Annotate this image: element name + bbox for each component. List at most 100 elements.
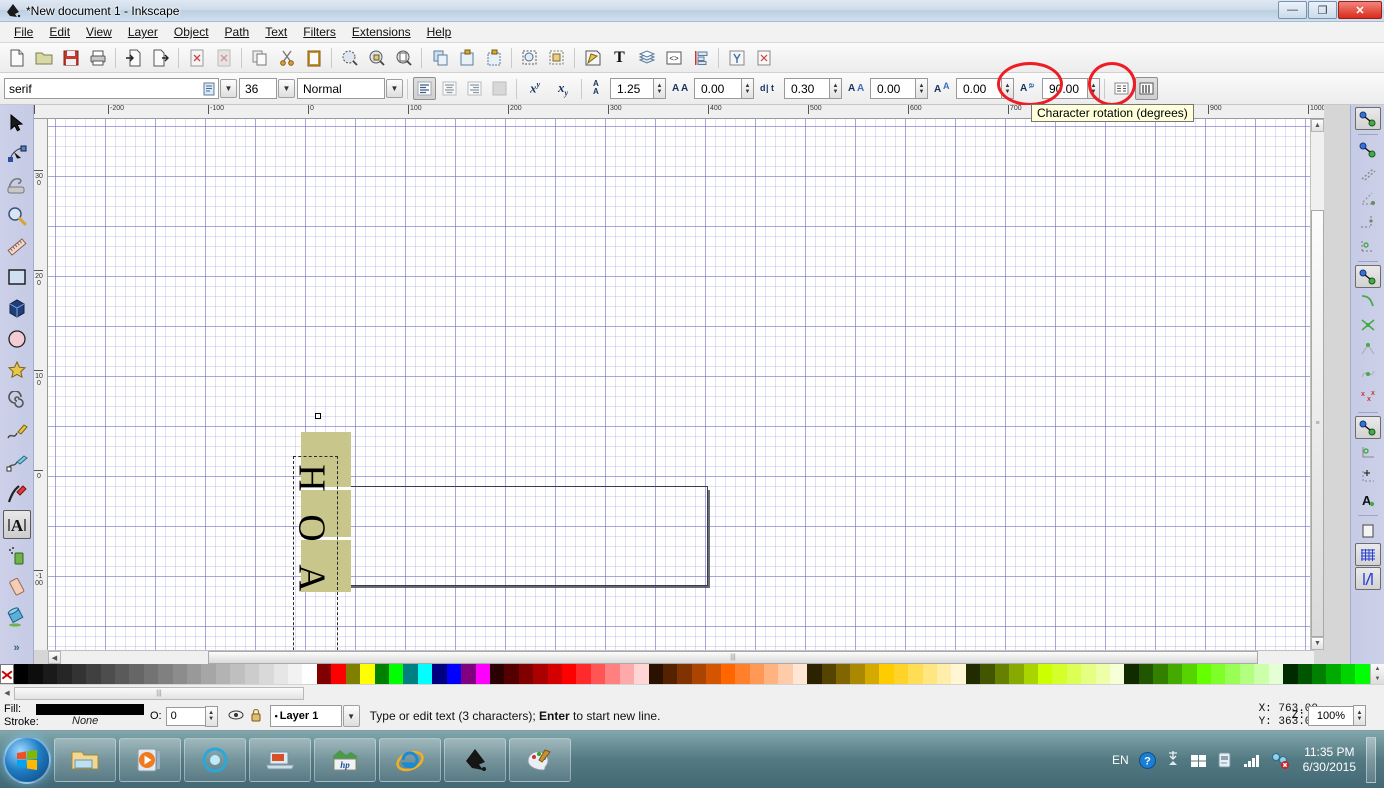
spiral-tool[interactable] bbox=[3, 386, 31, 416]
star-tool[interactable] bbox=[3, 355, 31, 385]
eraser-tool[interactable] bbox=[3, 571, 31, 601]
palette-swatch[interactable] bbox=[316, 664, 332, 684]
palette-scroll-thumb[interactable]: ||| bbox=[14, 686, 304, 700]
vertical-ruler[interactable]: 300 200 100 0 -100 bbox=[34, 119, 48, 650]
zoom-selection-icon[interactable] bbox=[337, 45, 362, 70]
snap-bbox-midpoint-icon[interactable] bbox=[1355, 210, 1381, 233]
new-document-icon[interactable] bbox=[4, 45, 29, 70]
palette-swatch[interactable] bbox=[388, 664, 404, 684]
rectangle-tool[interactable] bbox=[3, 262, 31, 292]
preferences-icon[interactable] bbox=[724, 45, 749, 70]
palette-swatch[interactable] bbox=[1239, 664, 1255, 684]
palette-swatch[interactable] bbox=[951, 664, 966, 684]
palette-swatch[interactable] bbox=[129, 664, 144, 684]
zoom-input[interactable]: 100% bbox=[1308, 705, 1354, 726]
menu-file[interactable]: File bbox=[6, 23, 41, 41]
palette-swatch[interactable] bbox=[1023, 664, 1038, 684]
layer-dropdown-arrow[interactable]: ▼ bbox=[342, 705, 360, 727]
font-style-dropdown-arrow[interactable]: ▼ bbox=[386, 79, 403, 98]
fill-color-swatch[interactable] bbox=[36, 704, 144, 715]
palette-swatch[interactable] bbox=[28, 664, 43, 684]
horizontal-scrollbar[interactable]: ◀ ||| bbox=[48, 650, 1314, 664]
toolbox-overflow-button[interactable]: » bbox=[3, 633, 31, 663]
taskbar-windows-media-player[interactable] bbox=[119, 737, 181, 782]
font-size-dropdown-arrow[interactable]: ▼ bbox=[278, 79, 295, 98]
palette-swatch[interactable] bbox=[908, 664, 923, 684]
none-color-icon[interactable] bbox=[0, 664, 14, 684]
taskbar-internet-explorer[interactable] bbox=[379, 737, 441, 782]
palette-swatch[interactable] bbox=[590, 664, 606, 684]
palette-swatch[interactable] bbox=[432, 664, 447, 684]
palette-swatch[interactable] bbox=[259, 664, 274, 684]
palette-swatch[interactable] bbox=[417, 664, 433, 684]
palette-swatch[interactable] bbox=[792, 664, 808, 684]
taskbar-media-center[interactable] bbox=[184, 737, 246, 782]
align-left-icon[interactable] bbox=[413, 77, 436, 100]
snap-others-icon[interactable] bbox=[1354, 416, 1381, 439]
palette-swatch[interactable] bbox=[1066, 664, 1082, 684]
copy-icon[interactable] bbox=[247, 45, 272, 70]
zoom-control[interactable]: Z: 100% ▲ ▼ bbox=[1292, 705, 1366, 726]
palette-swatch[interactable] bbox=[778, 664, 793, 684]
removable-media-icon[interactable] bbox=[1217, 752, 1233, 769]
palette-swatch[interactable] bbox=[461, 664, 476, 684]
scroll-up-arrow[interactable]: ▲ bbox=[1311, 119, 1324, 132]
palette-swatch[interactable] bbox=[446, 664, 462, 684]
snap-smooth-icon[interactable] bbox=[1355, 361, 1381, 384]
paste-icon[interactable] bbox=[301, 45, 326, 70]
stroke-value[interactable]: None bbox=[36, 715, 144, 728]
menu-layer[interactable]: Layer bbox=[120, 23, 166, 41]
word-spacing-spinner[interactable]: ▲ ▼ bbox=[829, 78, 842, 99]
palette-swatch[interactable] bbox=[562, 664, 577, 684]
windows-start-orb-icon[interactable] bbox=[3, 735, 51, 784]
selector-tool[interactable] bbox=[3, 108, 31, 138]
opacity-spinner[interactable]: ▲ ▼ bbox=[204, 705, 218, 727]
snap-cusp-icon[interactable] bbox=[1355, 337, 1381, 360]
help-icon[interactable]: ? bbox=[1138, 751, 1156, 769]
palette-swatches[interactable] bbox=[14, 664, 1370, 684]
palette-swatch[interactable] bbox=[691, 664, 707, 684]
palette-swatch[interactable] bbox=[980, 664, 995, 684]
zoom-drawing-icon[interactable] bbox=[364, 45, 389, 70]
palette-swatch[interactable] bbox=[360, 664, 375, 684]
palette-swatch[interactable] bbox=[533, 664, 548, 684]
palette-swatch[interactable] bbox=[273, 664, 289, 684]
palette-swatch[interactable] bbox=[864, 664, 880, 684]
letter-spacing-spinner[interactable]: ▲ ▼ bbox=[741, 78, 754, 99]
line-spacing-spinner[interactable]: ▲ ▼ bbox=[653, 78, 666, 99]
palette-swatch[interactable] bbox=[1355, 664, 1370, 684]
menu-text[interactable]: Text bbox=[257, 23, 295, 41]
palette-swatch[interactable] bbox=[648, 664, 663, 684]
close-button[interactable]: ✕ bbox=[1338, 1, 1382, 19]
minimize-button[interactable]: — bbox=[1278, 1, 1307, 19]
palette-swatch[interactable] bbox=[331, 664, 346, 684]
export-icon[interactable] bbox=[148, 45, 173, 70]
font-family-input[interactable]: serif bbox=[4, 78, 219, 99]
zoom-spinner[interactable]: ▲ ▼ bbox=[1353, 705, 1366, 726]
palette-swatch[interactable] bbox=[605, 664, 620, 684]
ellipse-tool[interactable] bbox=[3, 324, 31, 354]
edit-objects-icon[interactable] bbox=[544, 45, 569, 70]
taskbar-inkscape[interactable] bbox=[444, 737, 506, 782]
palette-scroll-left[interactable]: ◀ bbox=[0, 686, 14, 700]
palette-swatch[interactable] bbox=[403, 664, 418, 684]
palette-hscrollbar[interactable]: ◀ ||| bbox=[0, 685, 1384, 701]
palette-swatch[interactable] bbox=[1052, 664, 1067, 684]
word-spacing-input[interactable]: 0.30 bbox=[784, 78, 830, 99]
tray-language[interactable]: EN bbox=[1112, 753, 1129, 767]
palette-swatch[interactable] bbox=[576, 664, 591, 684]
snap-bbox-icon[interactable] bbox=[1355, 138, 1381, 161]
horizontal-kerning-spinner[interactable]: ▲ ▼ bbox=[915, 78, 928, 99]
palette-swatch[interactable] bbox=[504, 664, 519, 684]
palette-swatch[interactable] bbox=[1037, 664, 1053, 684]
node-tool[interactable] bbox=[3, 139, 31, 169]
palette-swatch[interactable] bbox=[634, 664, 649, 684]
snap-path-icon[interactable] bbox=[1355, 289, 1381, 312]
menu-path[interactable]: Path bbox=[217, 23, 258, 41]
network-error-icon[interactable] bbox=[1271, 752, 1290, 769]
palette-swatch[interactable] bbox=[1283, 664, 1298, 684]
font-family-dropdown-arrow[interactable]: ▼ bbox=[220, 79, 237, 98]
palette-swatch[interactable] bbox=[288, 664, 303, 684]
subscript-button[interactable]: xy bbox=[550, 77, 576, 100]
palette-swatch[interactable] bbox=[763, 664, 779, 684]
